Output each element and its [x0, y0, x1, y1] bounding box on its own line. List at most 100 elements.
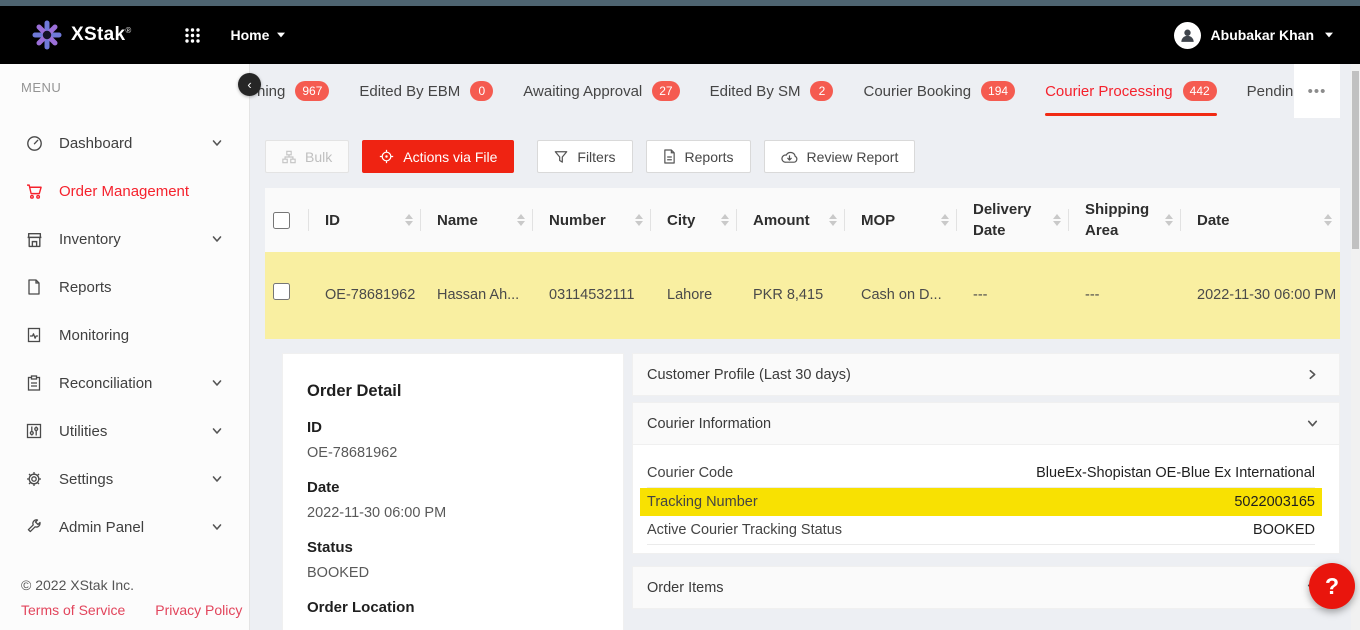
tracking-number-row: Tracking Number 5022003165 [640, 488, 1322, 516]
app-grid-icon[interactable] [184, 27, 201, 44]
brand-logo[interactable]: XStak® [32, 20, 132, 50]
column-header-city[interactable]: City [651, 188, 737, 252]
column-header-name[interactable]: Name [421, 188, 533, 252]
privacy-policy-link[interactable]: Privacy Policy [155, 602, 242, 618]
app-header: XStak® Home Abubakar Khan [0, 6, 1360, 64]
courier-code-label: Courier Code [647, 465, 733, 481]
main-content: ‹ ning 967 Edited By EBM 0 Awaiting Appr… [250, 64, 1360, 630]
column-header-shipping-area[interactable]: Shipping Area [1069, 188, 1181, 252]
sidebar-item-admin-panel[interactable]: Admin Panel [0, 503, 249, 551]
gear-icon [25, 471, 43, 487]
tab-edited-by-sm[interactable]: Edited By SM 2 [710, 64, 834, 118]
sidebar-item-label: Dashboard [59, 135, 132, 152]
help-button[interactable]: ? [1309, 563, 1355, 609]
sidebar-item-label: Reports [59, 279, 112, 296]
sidebar-item-settings[interactable]: Settings [0, 455, 249, 503]
bulk-icon [282, 150, 296, 164]
avatar [1174, 22, 1201, 49]
tab-edited-by-ebm[interactable]: Edited By EBM 0 [359, 64, 493, 118]
tracking-status-row: Active Courier Tracking Status BOOKED [647, 516, 1315, 545]
tabs-overflow-button[interactable]: ••• [1294, 64, 1340, 118]
tab-label: Edited By SM [710, 83, 801, 100]
panel-title: Customer Profile (Last 30 days) [647, 367, 851, 383]
copyright: © 2022 XStak Inc. [21, 577, 242, 593]
tab-count-badge: 27 [652, 81, 679, 101]
chevron-down-icon [211, 473, 223, 485]
panel-title: Courier Information [647, 416, 771, 432]
actions-via-file-button[interactable]: Actions via File [362, 140, 514, 173]
page-scrollbar[interactable] [1351, 64, 1360, 630]
sort-icon[interactable] [721, 214, 729, 226]
sidebar-item-utilities[interactable]: Utilities [0, 407, 249, 455]
sidebar-collapse-button[interactable]: ‹ [238, 73, 261, 96]
cell-number: 03114532111 [533, 284, 651, 306]
sidebar-item-dashboard[interactable]: Dashboard [0, 119, 249, 167]
bulk-button[interactable]: Bulk [265, 140, 349, 173]
chevron-down-icon [1325, 33, 1333, 38]
column-header-id[interactable]: ID [309, 188, 421, 252]
user-name: Abubakar Khan [1211, 27, 1314, 43]
chevron-down-icon [277, 33, 285, 38]
tab-truncated[interactable]: ning 967 [257, 64, 329, 118]
sort-icon[interactable] [829, 214, 837, 226]
sidebar-item-label: Order Management [59, 183, 189, 200]
terms-of-service-link[interactable]: Terms of Service [21, 602, 125, 618]
sort-icon[interactable] [1324, 214, 1332, 226]
review-report-label: Review Report [807, 149, 899, 165]
panel-courier-information[interactable]: Courier Information [632, 402, 1340, 445]
column-header-mop[interactable]: MOP [845, 188, 957, 252]
chevron-down-icon [211, 425, 223, 437]
sort-icon[interactable] [1053, 214, 1061, 226]
cell-delivery-date: --- [957, 284, 1069, 306]
tab-courier-processing[interactable]: Courier Processing 442 [1045, 64, 1217, 118]
actions-via-file-label: Actions via File [403, 149, 497, 165]
sidebar-item-order-management[interactable]: Order Management [0, 167, 249, 215]
tab-courier-booking[interactable]: Courier Booking 194 [863, 64, 1015, 118]
sort-icon[interactable] [405, 214, 413, 226]
field-value-order-location [307, 625, 599, 630]
sliders-icon [25, 423, 43, 439]
tab-count-badge: 0 [470, 81, 493, 101]
order-panels: Customer Profile (Last 30 days) Courier … [632, 353, 1340, 609]
orders-table: ID Name Number City Amount MOP Delivery … [265, 188, 1340, 339]
sort-icon[interactable] [635, 214, 643, 226]
tracking-number-value: 5022003165 [1234, 494, 1315, 510]
column-header-date[interactable]: Date [1181, 188, 1340, 252]
panel-customer-profile[interactable]: Customer Profile (Last 30 days) [632, 353, 1340, 396]
select-all-checkbox[interactable] [273, 212, 290, 229]
sort-icon[interactable] [517, 214, 525, 226]
sidebar-item-reports[interactable]: Reports [0, 263, 249, 311]
column-header-amount[interactable]: Amount [737, 188, 845, 252]
review-report-button[interactable]: Review Report [764, 140, 916, 173]
sort-icon[interactable] [1165, 214, 1173, 226]
sidebar-item-monitoring[interactable]: Monitoring [0, 311, 249, 359]
cloud-download-icon [781, 150, 798, 164]
sidebar: MENU Dashboard Order Management Inventor… [0, 64, 250, 630]
column-header-number[interactable]: Number [533, 188, 651, 252]
column-header-delivery-date[interactable]: Delivery Date [957, 188, 1069, 252]
reports-button[interactable]: Reports [646, 140, 751, 173]
user-menu[interactable]: Abubakar Khan [1174, 22, 1334, 49]
courier-information-body: Courier Code BlueEx-Shopistan OE-Blue Ex… [632, 445, 1340, 554]
home-menu[interactable]: Home [231, 27, 287, 43]
table-row[interactable]: OE-78681962 Hassan Ah... 03114532111 Lah… [265, 252, 1340, 339]
scrollbar-thumb[interactable] [1352, 71, 1359, 249]
chevron-right-icon [1306, 368, 1319, 381]
sort-icon[interactable] [941, 214, 949, 226]
sidebar-item-label: Utilities [59, 423, 107, 440]
reports-label: Reports [685, 149, 734, 165]
file-icon [663, 149, 676, 164]
chevron-down-icon [211, 233, 223, 245]
filters-button[interactable]: Filters [537, 140, 632, 173]
panel-order-items[interactable]: Order Items [632, 566, 1340, 609]
sidebar-item-reconciliation[interactable]: Reconciliation [0, 359, 249, 407]
tracking-status-label: Active Courier Tracking Status [647, 522, 842, 538]
sidebar-item-inventory[interactable]: Inventory [0, 215, 249, 263]
dashboard-icon [25, 135, 43, 152]
cell-date: 2022-11-30 06:00 PM [1181, 284, 1340, 306]
tab-label: Awaiting Approval [523, 83, 642, 100]
tab-awaiting-approval[interactable]: Awaiting Approval 27 [523, 64, 679, 118]
chevron-down-icon [211, 137, 223, 149]
row-checkbox[interactable] [273, 283, 290, 300]
order-detail-card: Order Detail ID OE-78681962 Date 2022-11… [282, 353, 624, 630]
